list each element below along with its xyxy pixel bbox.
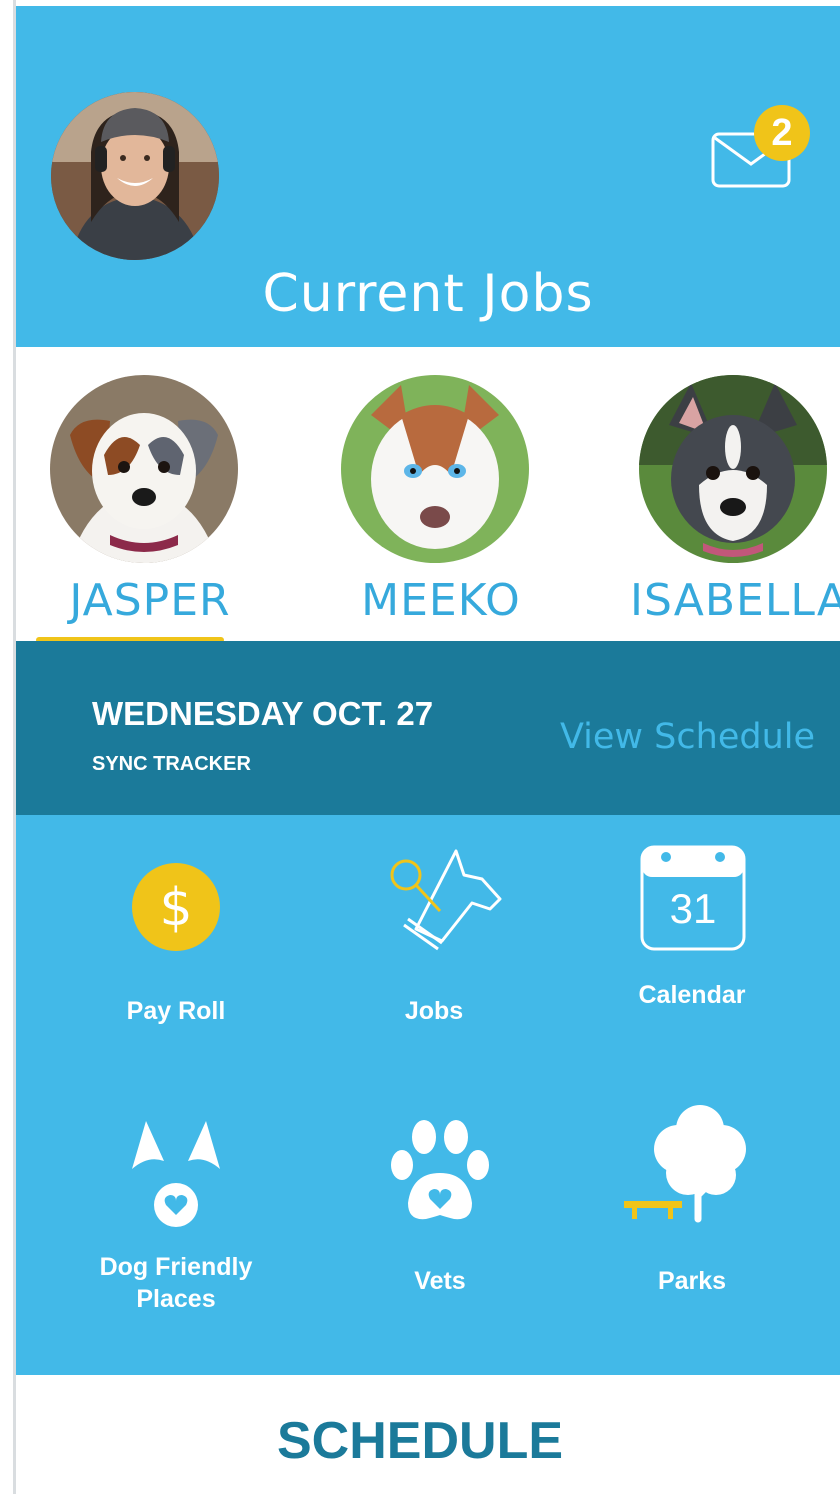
header: 2 Current Jobs xyxy=(16,6,840,347)
dog-head-leash-icon xyxy=(390,849,502,951)
dollar-coin-icon: $ xyxy=(132,863,220,951)
parks-label: Parks xyxy=(657,1267,727,1295)
date-bar: WEDNESDAY OCT. 27 SYNC TRACKER View Sche… xyxy=(16,641,840,815)
jobs-label: Jobs xyxy=(404,997,464,1025)
unread-badge: 2 xyxy=(754,105,810,161)
dog-photo-isabella xyxy=(639,375,827,563)
calendar-tile[interactable]: 31 Calendar xyxy=(572,843,812,1023)
svg-text:$: $ xyxy=(159,878,192,938)
dog-name: JASPER xyxy=(69,575,231,626)
dog-name: MEEKO xyxy=(361,575,521,626)
dog-name: ISABELLA xyxy=(630,575,840,626)
calendar-label: Calendar xyxy=(638,981,746,1009)
page-title: Current Jobs xyxy=(262,264,594,324)
dog-friendly-label-line1: Dog Friendly xyxy=(99,1253,253,1281)
paw-heart-icon xyxy=(391,1120,489,1220)
payroll-label: Pay Roll xyxy=(126,997,226,1025)
dog-friendly-tile[interactable]: Dog Friendly Places xyxy=(56,1115,296,1325)
calendar-day: 31 xyxy=(669,885,717,932)
jobs-tile[interactable]: Jobs xyxy=(314,845,554,1035)
dog-photo-jasper xyxy=(50,375,238,563)
vets-tile[interactable]: Vets xyxy=(320,1115,560,1295)
app-screen: 2 Current Jobs JASPER MEEKO ISABELLA WED… xyxy=(0,0,840,1494)
sync-tracker-link[interactable]: SYNC TRACKER xyxy=(92,753,251,776)
view-schedule-link[interactable]: View Schedule xyxy=(560,717,815,757)
avatar-photo xyxy=(51,92,219,260)
payroll-tile[interactable]: $ Pay Roll xyxy=(56,855,296,1035)
dog-ears-heart-icon xyxy=(132,1121,220,1227)
dog-photo-meeko xyxy=(341,375,529,563)
tree-bench-icon xyxy=(624,1105,746,1223)
dog-friendly-label-line2: Places xyxy=(136,1285,216,1313)
parks-tile[interactable]: Parks xyxy=(572,1099,812,1299)
user-avatar[interactable] xyxy=(51,92,219,260)
dog-tab-jasper[interactable]: JASPER xyxy=(50,375,238,626)
schedule-heading[interactable]: SCHEDULE xyxy=(0,1411,840,1471)
dog-tab-meeko[interactable]: MEEKO xyxy=(341,375,529,626)
current-date: WEDNESDAY OCT. 27 xyxy=(92,695,434,732)
dog-tab-isabella[interactable]: ISABELLA xyxy=(630,375,840,626)
dog-selector: JASPER MEEKO ISABELLA xyxy=(16,347,840,641)
menu-grid: $ Pay Roll Jobs 31 Calendar Dog Friendly… xyxy=(16,815,840,1375)
vets-label: Vets xyxy=(414,1267,466,1295)
